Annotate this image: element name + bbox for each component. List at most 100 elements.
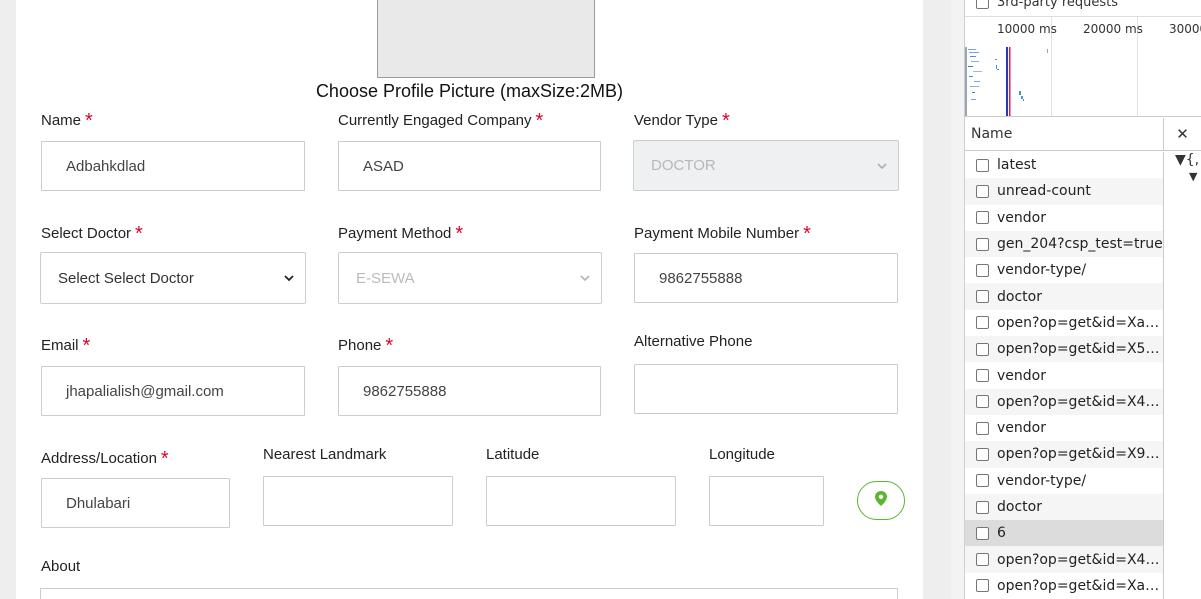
request-checkbox[interactable] [976, 237, 989, 251]
request-name: vendor [997, 209, 1046, 226]
required-marker: * [135, 223, 143, 245]
network-overview-timeline[interactable]: 10000 ms 20000 ms 30000 [965, 16, 1201, 117]
payment-method-label: Payment Method * [338, 223, 464, 245]
request-checkbox[interactable] [976, 500, 989, 514]
latitude-input[interactable] [486, 476, 676, 526]
request-checkbox[interactable] [976, 369, 989, 383]
chevron-down-icon [577, 270, 593, 286]
request-checkbox[interactable] [976, 184, 989, 198]
request-name: latest [997, 157, 1037, 174]
request-name: open?op=get&id=X4… [997, 551, 1160, 568]
request-checkbox[interactable] [976, 263, 989, 277]
request-checkbox[interactable] [976, 421, 989, 435]
request-row[interactable]: doctor [965, 493, 1163, 521]
request-row[interactable]: vendor [965, 362, 1163, 388]
request-checkbox[interactable] [976, 579, 989, 593]
request-name: vendor-type/ [997, 472, 1087, 489]
latitude-label: Latitude [486, 446, 540, 463]
request-row[interactable]: unread-count [965, 178, 1163, 205]
name-label: Name * [41, 110, 93, 132]
request-list: latest unread-count vendor gen_204?csp_test… [965, 152, 1164, 599]
request-name: vendor [997, 367, 1046, 384]
alternative-phone-label: Alternative Phone [634, 333, 753, 350]
request-row[interactable]: vendor [965, 205, 1163, 231]
name-input[interactable]: Adbahkdlad [41, 141, 305, 191]
request-row[interactable]: open?op=get&id=X5… [965, 336, 1163, 363]
request-name: gen_204?csp_test=true [997, 236, 1163, 253]
third-party-filter[interactable]: 3rd-party requests [965, 0, 1118, 11]
address-input[interactable]: Dhulabari [41, 478, 230, 528]
request-name: open?op=get&id=X4… [997, 393, 1160, 410]
phone-label: Phone * [338, 335, 394, 357]
expand-triangle-icon: ▼ [1189, 170, 1198, 183]
request-checkbox[interactable] [976, 211, 989, 225]
required-marker: * [721, 110, 730, 132]
alternative-phone-input[interactable] [634, 364, 898, 414]
timeline-tick: 30000 [1169, 22, 1201, 36]
request-checkbox[interactable] [976, 395, 989, 409]
request-row[interactable]: open?op=get&id=X4… [965, 388, 1163, 415]
required-marker: * [535, 110, 544, 132]
request-checkbox[interactable] [976, 158, 989, 172]
request-checkbox[interactable] [976, 316, 989, 330]
email-input[interactable]: jhapalialish@gmail.com [41, 366, 305, 416]
payment-method-select[interactable]: E-SEWA [338, 252, 602, 304]
close-icon: ✕ [1176, 125, 1189, 143]
required-marker: * [82, 335, 91, 357]
email-label: Email * [41, 335, 91, 357]
request-row[interactable]: vendor [965, 415, 1163, 441]
get-location-button[interactable] [857, 481, 905, 520]
company-input[interactable]: ASAD [338, 141, 601, 191]
request-checkbox[interactable] [976, 526, 989, 540]
request-row[interactable]: latest [965, 152, 1163, 178]
response-preview[interactable]: ▼{, ▼ [1165, 152, 1201, 192]
request-row[interactable]: open?op=get&id=Xa… [965, 573, 1163, 599]
request-checkbox[interactable] [976, 290, 989, 304]
select-doctor-value: Select Select Doctor [58, 269, 194, 287]
profile-picture-caption[interactable]: Choose Profile Picture (maxSize:2MB) [16, 81, 923, 102]
request-checkbox[interactable] [976, 447, 989, 461]
address-label: Address/Location * [41, 448, 169, 470]
chevron-down-icon [874, 158, 890, 174]
phone-input[interactable]: 9862755888 [338, 366, 601, 416]
request-row[interactable]: 6 [965, 520, 1163, 547]
request-row[interactable]: open?op=get&id=Xa… [965, 310, 1163, 336]
required-marker: * [385, 335, 394, 357]
preview-line: ▼{, [1175, 152, 1200, 168]
about-textarea[interactable] [40, 588, 898, 599]
select-doctor-dropdown[interactable]: Select Select Doctor [40, 252, 306, 304]
request-row[interactable]: vendor-type/ [965, 257, 1163, 283]
request-row[interactable]: doctor [965, 283, 1163, 310]
longitude-input[interactable] [709, 476, 824, 526]
select-doctor-label: Select Doctor * [41, 223, 143, 245]
request-name: unread-count [997, 183, 1091, 200]
request-name: 6 [997, 525, 1006, 542]
request-row[interactable]: open?op=get&id=X9… [965, 441, 1163, 468]
timeline-overview-graph [965, 47, 1048, 116]
devtools-splitter[interactable] [951, 0, 965, 599]
longitude-label: Longitude [709, 446, 775, 463]
request-checkbox[interactable] [976, 474, 989, 488]
request-row[interactable]: vendor-type/ [965, 468, 1163, 494]
request-name: open?op=get&id=Xa… [997, 314, 1160, 331]
name-column-header[interactable]: Name [965, 118, 1164, 151]
profile-picture-preview[interactable] [377, 0, 595, 78]
close-details-button[interactable]: ✕ [1164, 118, 1201, 151]
request-checkbox[interactable] [976, 342, 989, 356]
required-marker: * [803, 223, 811, 245]
map-marker-icon [875, 490, 887, 511]
required-marker: * [85, 110, 93, 132]
payment-mobile-input[interactable]: 9862755888 [634, 253, 898, 303]
vendor-form-panel: Choose Profile Picture (maxSize:2MB) Nam… [16, 0, 923, 599]
payment-method-value: E-SEWA [356, 269, 415, 287]
payment-mobile-label: Payment Mobile Number * [634, 223, 811, 245]
request-checkbox[interactable] [976, 553, 989, 567]
request-name: open?op=get&id=X9… [997, 446, 1160, 463]
request-row[interactable]: open?op=get&id=X4… [965, 546, 1163, 573]
devtools-network-panel: 3rd-party requests 10000 ms 20000 ms 300… [965, 0, 1201, 599]
third-party-checkbox[interactable] [976, 0, 989, 9]
required-marker: * [455, 223, 464, 245]
request-row[interactable]: gen_204?csp_test=true [965, 230, 1163, 258]
third-party-label: 3rd-party requests [997, 0, 1119, 10]
landmark-input[interactable] [263, 476, 453, 526]
